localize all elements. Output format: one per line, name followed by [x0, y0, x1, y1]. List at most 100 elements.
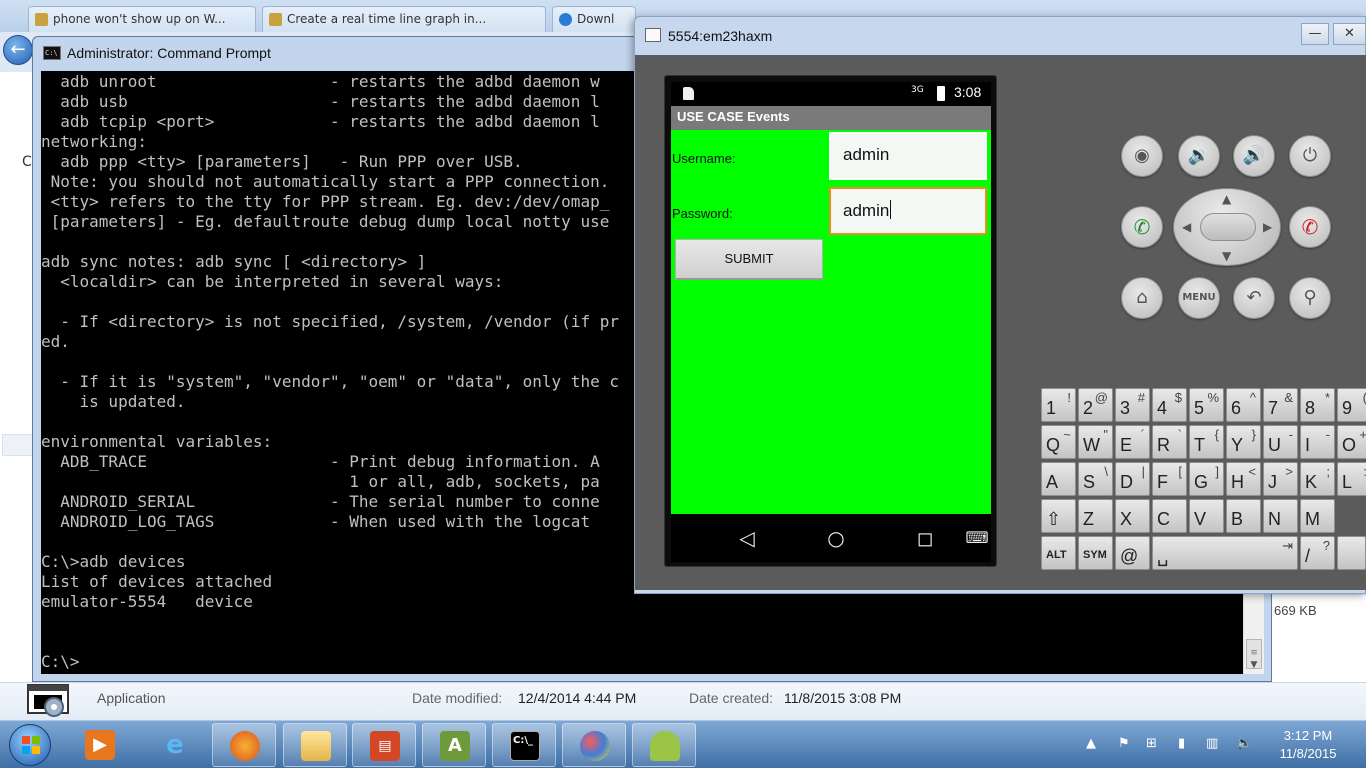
taskbar-media-player[interactable]: ▶: [68, 723, 132, 767]
close-icon[interactable]: ✕: [1333, 23, 1366, 45]
emulator-keyboard: 1!2@3#4$5%6^7&8*9( Q~W"E´R`T{Y}U-I-O+ AS\D…: [1041, 388, 1366, 570]
cmd-line: adb ppp <tty> [parameters] - Run PPP ove…: [41, 152, 523, 171]
android-icon: [650, 731, 680, 761]
dpad-right-icon[interactable]: ▶: [1263, 220, 1272, 234]
call-icon[interactable]: ✆: [1121, 206, 1163, 248]
key-j[interactable]: J >: [1263, 462, 1298, 496]
key-8[interactable]: 8 *: [1300, 388, 1335, 422]
back-hardware-icon[interactable]: ↶: [1233, 277, 1275, 319]
paint-icon: [580, 731, 610, 761]
home-icon[interactable]: ○: [821, 524, 851, 552]
key-g[interactable]: G]: [1189, 462, 1224, 496]
key-m[interactable]: M: [1300, 499, 1335, 533]
submit-button[interactable]: SUBMIT: [675, 239, 823, 280]
key-q[interactable]: Q ~: [1041, 425, 1076, 459]
dpad-center-button[interactable]: [1200, 213, 1256, 241]
key-2[interactable]: 2 @: [1078, 388, 1113, 422]
presentation-icon: ▤: [370, 731, 400, 761]
taskbar-command-prompt[interactable]: C:\_: [492, 723, 556, 767]
back-arrow-icon[interactable]: ←: [3, 35, 33, 65]
browser-tab[interactable]: phone won't show up on W...: [28, 6, 256, 32]
speaker-icon[interactable]: 🔈: [1236, 736, 1252, 751]
windows-icon[interactable]: ⊞: [1146, 736, 1157, 751]
system-clock[interactable]: 3:12 PM 11/8/2015: [1278, 727, 1338, 763]
taskbar-powerpoint[interactable]: ▤: [352, 723, 416, 767]
dpad[interactable]: ▲ ▼ ◀ ▶: [1173, 188, 1281, 266]
dpad-down-icon[interactable]: ▼: [1222, 249, 1231, 263]
username-field[interactable]: admin: [829, 132, 987, 180]
scroll-down-icon[interactable]: ▼: [1244, 657, 1264, 674]
text-caret: [890, 200, 892, 219]
key-blank[interactable]: [1337, 536, 1366, 570]
key-d[interactable]: D |: [1115, 462, 1150, 496]
key-l[interactable]: L:: [1337, 462, 1366, 496]
emulator-title-bar[interactable]: 5554:em23haxm — ✕: [635, 17, 1366, 55]
taskbar-internet-explorer[interactable]: e: [143, 723, 207, 767]
key-v[interactable]: V: [1189, 499, 1224, 533]
key-5[interactable]: 5%: [1189, 388, 1224, 422]
taskbar-file-explorer[interactable]: [283, 723, 347, 767]
taskbar-android-emulator[interactable]: [632, 723, 696, 767]
volume-up-icon[interactable]: 🔊: [1233, 135, 1275, 177]
key-f[interactable]: F[: [1152, 462, 1187, 496]
keyboard-icon[interactable]: ⌨: [962, 524, 992, 552]
key-4[interactable]: 4 $: [1152, 388, 1187, 422]
key-k[interactable]: K;: [1300, 462, 1335, 496]
key-x[interactable]: X: [1115, 499, 1150, 533]
password-field[interactable]: admin: [829, 187, 987, 235]
key-9[interactable]: 9(: [1337, 388, 1366, 422]
key-/[interactable]: /?: [1300, 536, 1335, 570]
taskbar-paint[interactable]: [562, 723, 626, 767]
signal-icon[interactable]: ▥: [1206, 736, 1218, 751]
key-o[interactable]: O +: [1337, 425, 1366, 459]
key-␣[interactable]: ␣ ⇥: [1152, 536, 1298, 570]
search-icon[interactable]: ⚲: [1289, 277, 1331, 319]
end-call-icon[interactable]: ✆: [1289, 206, 1331, 248]
key-z[interactable]: Z: [1078, 499, 1113, 533]
command-prompt-icon: C:\_: [510, 731, 540, 761]
key-7[interactable]: 7 &: [1263, 388, 1298, 422]
key-1[interactable]: 1!: [1041, 388, 1076, 422]
key-r[interactable]: R `: [1152, 425, 1187, 459]
key-w[interactable]: W ": [1078, 425, 1113, 459]
key-n[interactable]: N: [1263, 499, 1298, 533]
recents-icon[interactable]: ◻: [910, 524, 940, 552]
key-alt[interactable]: ALT: [1041, 536, 1076, 570]
key-⇧[interactable]: ⇧: [1041, 499, 1076, 533]
cmd-line: 1 or all, adb, sockets, pa: [41, 472, 600, 491]
dpad-up-icon[interactable]: ▲: [1222, 192, 1231, 206]
key-y[interactable]: Y}: [1226, 425, 1261, 459]
power-icon[interactable]: ⏻: [1289, 135, 1331, 177]
back-icon[interactable]: ◁: [732, 524, 762, 552]
camera-icon[interactable]: ◉: [1121, 135, 1163, 177]
minimize-icon[interactable]: —: [1301, 23, 1329, 45]
key-h[interactable]: H <: [1226, 462, 1261, 496]
show-hidden-icons[interactable]: ▲: [1086, 736, 1096, 751]
key-i[interactable]: I-: [1300, 425, 1335, 459]
volume-down-icon[interactable]: 🔉: [1178, 135, 1220, 177]
key-c[interactable]: C: [1152, 499, 1187, 533]
key-6[interactable]: 6 ^: [1226, 388, 1261, 422]
key-sym[interactable]: SYM: [1078, 536, 1113, 570]
browser-tab[interactable]: Downl: [552, 6, 636, 32]
taskbar-android-studio[interactable]: A: [422, 723, 486, 767]
key-b[interactable]: B: [1226, 499, 1261, 533]
key-s[interactable]: S \: [1078, 462, 1113, 496]
key-@[interactable]: @: [1115, 536, 1150, 570]
file-size: 669 KB: [1274, 603, 1317, 618]
browser-tab[interactable]: Create a real time line graph in...: [262, 6, 546, 32]
menu-button[interactable]: MENU: [1178, 277, 1220, 319]
cmd-line: ed.: [41, 332, 70, 351]
key-3[interactable]: 3 #: [1115, 388, 1150, 422]
key-u[interactable]: U-: [1263, 425, 1298, 459]
action-center-icon[interactable]: ⚑: [1118, 736, 1130, 751]
emulator-window[interactable]: 5554:em23haxm — ✕ 3G 3:08 USE CASE Event…: [634, 16, 1366, 594]
start-button[interactable]: [9, 724, 51, 766]
key-e[interactable]: E ´: [1115, 425, 1150, 459]
battery-tray-icon[interactable]: ▮: [1178, 736, 1185, 751]
key-a[interactable]: A: [1041, 462, 1076, 496]
key-t[interactable]: T{: [1189, 425, 1224, 459]
home-hardware-icon[interactable]: ⌂: [1121, 277, 1163, 319]
taskbar-firefox[interactable]: [212, 723, 276, 767]
dpad-left-icon[interactable]: ◀: [1182, 220, 1191, 234]
